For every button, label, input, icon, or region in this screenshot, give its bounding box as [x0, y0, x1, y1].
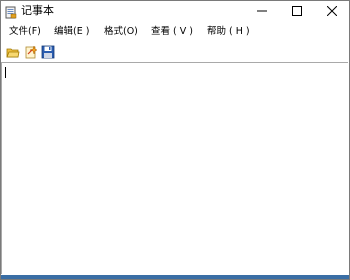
toolbar	[1, 42, 349, 60]
notepad-app-icon	[5, 4, 17, 19]
menu-help[interactable]: 帮助 ( H )	[207, 25, 250, 39]
close-icon	[327, 6, 337, 16]
save-button[interactable]	[41, 44, 55, 59]
maximize-icon	[292, 6, 302, 16]
minimize-button[interactable]	[245, 1, 279, 21]
menu-edit[interactable]: 编辑(E )	[54, 25, 89, 39]
title-bar[interactable]: 记事本	[1, 1, 349, 21]
close-button[interactable]	[315, 1, 349, 21]
menu-bar: 文件(F) 编辑(E ) 格式(O) 查看 ( V ) 帮助 ( H )	[1, 22, 349, 42]
open-button[interactable]	[6, 44, 20, 58]
minimize-icon	[257, 6, 267, 16]
new-button[interactable]	[24, 44, 38, 59]
menu-view[interactable]: 查看 ( V )	[151, 25, 193, 39]
notepad-window: 记事本 文件(F) 编辑(E ) 格式(O) 查看 ( V ) 帮助 ( H )	[0, 0, 350, 280]
menu-file[interactable]: 文件(F)	[9, 25, 41, 39]
save-disk-icon	[41, 44, 55, 63]
window-title: 记事本	[21, 4, 54, 17]
text-caret	[5, 67, 6, 78]
new-sparkle-icon	[24, 44, 38, 63]
maximize-button[interactable]	[280, 1, 314, 21]
text-editor-area[interactable]	[1, 62, 348, 274]
open-folder-icon	[6, 44, 20, 63]
menu-format[interactable]: 格式(O)	[104, 25, 138, 39]
bottom-accent-bar	[1, 275, 349, 279]
